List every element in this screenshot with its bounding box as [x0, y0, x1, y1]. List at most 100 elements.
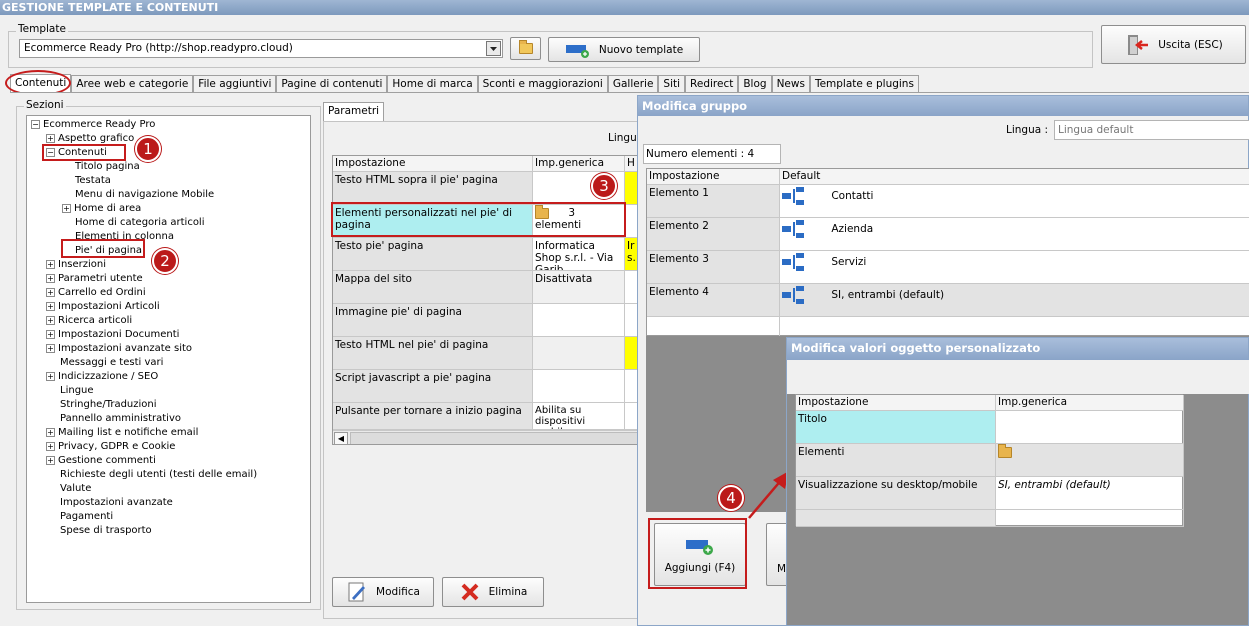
- param-name[interactable]: Pulsante per tornare a inizio pagina: [333, 403, 533, 430]
- element-value[interactable]: Servizi: [780, 251, 1249, 284]
- tree-item[interactable]: Lingue: [60, 384, 94, 398]
- tab-news[interactable]: News: [771, 75, 810, 93]
- expand-icon[interactable]: +: [46, 315, 55, 325]
- tree-item[interactable]: Menu di navigazione Mobile: [75, 188, 214, 202]
- param-value[interactable]: [533, 337, 625, 370]
- expand-icon[interactable]: +: [46, 427, 55, 437]
- expand-icon[interactable]: +: [46, 301, 55, 311]
- tree-item[interactable]: + Impostazioni Documenti: [46, 328, 179, 342]
- tree-item[interactable]: + Inserzioni: [46, 258, 106, 272]
- tree-item[interactable]: + Mailing list e notifiche email: [46, 426, 198, 440]
- tree-item[interactable]: Pagamenti: [60, 510, 113, 524]
- tree-item[interactable]: Testata: [75, 174, 111, 188]
- tree-item[interactable]: + Ricerca articoli: [46, 314, 132, 328]
- element-value[interactable]: SI, entrambi (default): [780, 284, 1249, 317]
- param-value[interactable]: Disattivata: [533, 271, 625, 304]
- tab-file-aggiuntivi[interactable]: File aggiuntivi: [193, 75, 277, 93]
- param-value[interactable]: Informatica Shop s.r.l. - Via Garib…: [533, 238, 625, 271]
- tab-siti[interactable]: Siti: [658, 75, 686, 93]
- scroll-left-icon[interactable]: ◀: [334, 432, 348, 444]
- tab-home-marca[interactable]: Home di marca: [387, 75, 478, 93]
- expand-icon[interactable]: +: [46, 133, 55, 143]
- tree-item[interactable]: Impostazioni avanzate: [60, 496, 173, 510]
- tab-template-plugins[interactable]: Template e plugins: [809, 75, 919, 93]
- scroll-thumb[interactable]: [350, 432, 640, 444]
- folder-icon: [518, 40, 533, 54]
- param-name[interactable]: Testo pie' pagina: [333, 238, 533, 271]
- expand-icon[interactable]: +: [46, 343, 55, 353]
- tab-aree-web[interactable]: Aree web e categorie: [71, 75, 194, 93]
- element-name[interactable]: Elemento 4: [647, 284, 780, 317]
- lingua-input[interactable]: Lingua default: [1054, 120, 1249, 140]
- template-select[interactable]: Ecommerce Ready Pro (http://shop.readypr…: [19, 39, 503, 58]
- tree-item[interactable]: Pannello amministrativo: [60, 412, 181, 426]
- open-template-button[interactable]: [510, 37, 541, 60]
- tree-item[interactable]: + Impostazioni avanzate sito: [46, 342, 192, 356]
- setting-value[interactable]: [996, 444, 1184, 477]
- tree-item[interactable]: Valute: [60, 482, 91, 496]
- tree-item[interactable]: − Ecommerce Ready Pro: [31, 118, 155, 132]
- expand-icon[interactable]: +: [62, 203, 71, 213]
- param-value[interactable]: [533, 304, 625, 337]
- tree-item[interactable]: Spese di trasporto: [60, 524, 152, 538]
- tab-redirect[interactable]: Redirect: [685, 75, 739, 93]
- new-template-button[interactable]: Nuovo template: [548, 37, 700, 62]
- tree-item[interactable]: + Privacy, GDPR e Cookie: [46, 440, 175, 454]
- setting-name[interactable]: Elementi: [796, 444, 996, 477]
- expand-icon[interactable]: +: [46, 329, 55, 339]
- tab-pagine-contenuti[interactable]: Pagine di contenuti: [276, 75, 388, 93]
- tree-item[interactable]: + Impostazioni Articoli: [46, 300, 160, 314]
- element-name[interactable]: Elemento 2: [647, 218, 780, 251]
- param-value[interactable]: Abilita su dispositivi mobil…: [533, 403, 625, 430]
- tree-item[interactable]: Messaggi e testi vari: [60, 356, 163, 370]
- sections-tree[interactable]: − Ecommerce Ready Pro + Aspetto grafico − C…: [26, 115, 311, 603]
- annotation-badge: 3: [591, 173, 617, 199]
- tree-item[interactable]: Home di categoria articoli: [75, 216, 205, 230]
- elimina-button[interactable]: Elimina: [442, 577, 544, 607]
- expand-icon[interactable]: +: [46, 455, 55, 465]
- empty-cell: [796, 510, 996, 527]
- setting-value[interactable]: [996, 411, 1184, 444]
- tab-blog[interactable]: Blog: [738, 75, 772, 93]
- expand-icon[interactable]: +: [46, 287, 55, 297]
- param-value[interactable]: [533, 370, 625, 403]
- tree-item[interactable]: Stringhe/Traduzioni: [60, 398, 157, 412]
- param-name[interactable]: Immagine pie' di pagina: [333, 304, 533, 337]
- collapse-icon[interactable]: −: [31, 119, 40, 129]
- setting-value[interactable]: SI, entrambi (default): [996, 477, 1184, 510]
- tree-item[interactable]: + Home di area: [62, 202, 141, 216]
- group-dialog-title: Modifica gruppo: [638, 96, 1248, 116]
- param-name[interactable]: Testo HTML sopra il pie' pagina: [333, 172, 533, 205]
- tree-item[interactable]: + Indicizzazione / SEO: [46, 370, 158, 384]
- chevron-down-icon[interactable]: [486, 41, 501, 56]
- param-name[interactable]: Testo HTML nel pie' di pagina: [333, 337, 533, 370]
- expand-icon[interactable]: +: [46, 441, 55, 451]
- element-name[interactable]: Elemento 3: [647, 251, 780, 284]
- tree-item[interactable]: Richieste degli utenti (testi delle emai…: [60, 468, 257, 482]
- element-value[interactable]: Azienda: [780, 218, 1249, 251]
- tree-item[interactable]: + Carrello ed Ordini: [46, 286, 146, 300]
- setting-name[interactable]: Visualizzazione su desktop/mobile: [796, 477, 996, 510]
- custom-grid[interactable]: Impostazione Imp.generica Titolo Element…: [795, 394, 1184, 527]
- modifica-button[interactable]: Modifica: [332, 577, 434, 607]
- expand-icon[interactable]: +: [46, 371, 55, 381]
- params-grid[interactable]: Impostazione Imp.generica H Testo HTML s…: [332, 155, 644, 445]
- param-name[interactable]: Script javascript a pie' pagina: [333, 370, 533, 403]
- horizontal-scrollbar[interactable]: ◀: [333, 430, 643, 444]
- tab-parametri[interactable]: Parametri: [323, 102, 385, 122]
- expand-icon[interactable]: +: [46, 273, 55, 283]
- element-name[interactable]: Elemento 1: [647, 185, 780, 218]
- setting-name[interactable]: Titolo: [796, 411, 996, 444]
- tab-gallerie[interactable]: Gallerie: [607, 75, 659, 93]
- tree-structure-icon: [782, 220, 804, 238]
- expand-icon[interactable]: +: [46, 259, 55, 269]
- exit-button[interactable]: Uscita (ESC): [1101, 25, 1246, 64]
- element-value[interactable]: Contatti: [780, 185, 1249, 218]
- tree-item[interactable]: + Gestione commenti: [46, 454, 156, 468]
- group-grid[interactable]: Impostazione Default Elemento 1 Contatti…: [646, 168, 1249, 337]
- main-tabs: Contenuti Aree web e categorie File aggi…: [10, 74, 919, 93]
- param-name[interactable]: Mappa del sito: [333, 271, 533, 304]
- tree-item[interactable]: + Parametri utente: [46, 272, 143, 286]
- tree-item[interactable]: Titolo pagina: [75, 160, 140, 174]
- tab-sconti[interactable]: Sconti e maggiorazioni: [477, 75, 608, 93]
